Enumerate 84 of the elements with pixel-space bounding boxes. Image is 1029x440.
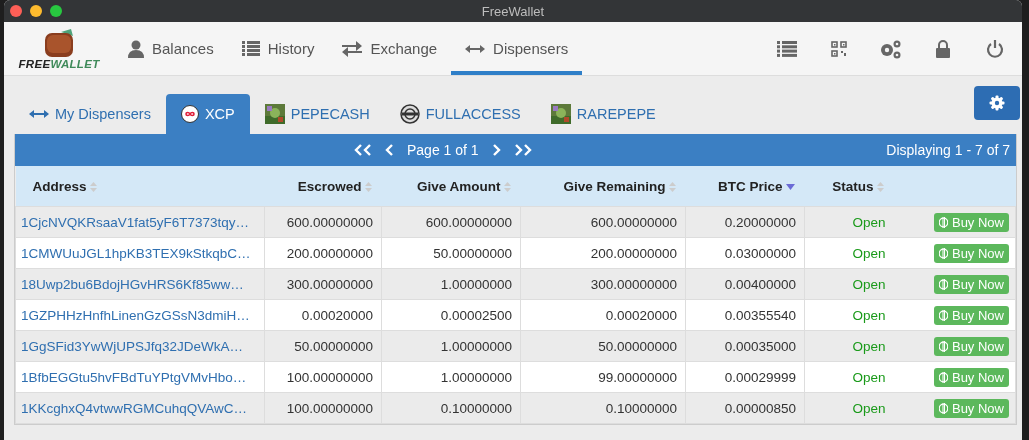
nav-tab[interactable]: History bbox=[227, 26, 329, 75]
status-cell: Open bbox=[804, 268, 894, 300]
minimize-window-button[interactable] bbox=[30, 5, 42, 17]
tab[interactable]: RAREPEPE bbox=[535, 94, 671, 134]
tab[interactable]: XCP bbox=[165, 94, 250, 134]
coin-icon bbox=[938, 216, 948, 228]
list-icon bbox=[241, 40, 260, 57]
table-cell: 1.00000000 bbox=[381, 330, 521, 362]
close-window-button[interactable] bbox=[10, 5, 22, 17]
table-cell: 0.00355540 bbox=[685, 299, 805, 331]
buy-now-button[interactable]: Buy Now bbox=[933, 367, 1009, 387]
table-cell: 1.00000000 bbox=[381, 268, 521, 300]
tab[interactable]: FULLACCESS bbox=[384, 94, 536, 134]
table-cell: 0.00035000 bbox=[685, 330, 805, 362]
tab[interactable]: PEPECASH bbox=[249, 94, 385, 134]
column-header[interactable]: Status bbox=[804, 166, 894, 207]
table-cell: 0.20000000 bbox=[685, 206, 805, 238]
column-header[interactable]: Give Amount bbox=[381, 166, 521, 207]
column-header[interactable]: Escrowed bbox=[264, 166, 382, 207]
settings-icon bbox=[989, 95, 1005, 111]
first-page-icon[interactable] bbox=[353, 144, 373, 156]
table-cell: 0.03000000 bbox=[685, 237, 805, 269]
nav-tab[interactable]: Balances bbox=[114, 26, 228, 75]
user-icon bbox=[128, 39, 144, 58]
table-cell: 99.00000000 bbox=[520, 361, 686, 393]
table-cell: 0.00029999 bbox=[685, 361, 805, 393]
table-cell: 0.00000850 bbox=[685, 392, 805, 424]
table-cell: 50.00000000 bbox=[381, 237, 521, 269]
table-cell: 600.00000000 bbox=[264, 206, 382, 238]
table-cell: 600.00000000 bbox=[381, 206, 521, 238]
table-cell: 200.00000000 bbox=[264, 237, 382, 269]
buy-now-button[interactable]: Buy Now bbox=[933, 336, 1009, 356]
table-cell: 0.00020000 bbox=[520, 299, 686, 331]
status-cell: Open bbox=[804, 330, 894, 362]
buy-now-button[interactable]: Buy Now bbox=[933, 274, 1009, 294]
table-cell: 100.00000000 bbox=[264, 361, 382, 393]
settings-button[interactable] bbox=[974, 86, 1020, 120]
window-title: FreeWallet bbox=[481, 3, 545, 19]
coin-icon bbox=[938, 247, 948, 259]
column-header[interactable]: Address bbox=[15, 166, 265, 207]
zoom-window-button[interactable] bbox=[50, 5, 62, 17]
status-cell: Open bbox=[804, 299, 894, 331]
double-arrow-icon bbox=[465, 43, 486, 54]
table-cell: 300.00000000 bbox=[264, 268, 382, 300]
buy-now-button[interactable]: Buy Now bbox=[933, 243, 1009, 263]
table-cell: 50.00000000 bbox=[520, 330, 686, 362]
nav-tab[interactable]: Exchange bbox=[328, 26, 452, 75]
column-header[interactable]: BTC Price bbox=[685, 166, 805, 207]
table-cell: 600.00000000 bbox=[520, 206, 686, 238]
table-cell: 0.10000000 bbox=[520, 392, 686, 424]
table-cell: 1.00000000 bbox=[381, 361, 521, 393]
column-header[interactable]: Give Remaining bbox=[520, 166, 686, 207]
buy-now-button[interactable]: Buy Now bbox=[933, 305, 1009, 325]
tab[interactable]: My Dispensers bbox=[14, 94, 166, 134]
double-arrow-icon bbox=[29, 109, 49, 119]
page-indicator: Page 1 of 1 bbox=[407, 142, 479, 158]
token-logo-icon bbox=[180, 105, 199, 123]
table-cell: 300.00000000 bbox=[520, 268, 686, 300]
next-page-icon[interactable] bbox=[490, 144, 501, 156]
table-cell: 0.00400000 bbox=[685, 268, 805, 300]
table-cell: 0.00020000 bbox=[264, 299, 382, 331]
table-cell: 200.00000000 bbox=[520, 237, 686, 269]
table-cell: 50.00000000 bbox=[264, 330, 382, 362]
status-cell: Open bbox=[804, 206, 894, 238]
logo-text: FREEWALLET bbox=[18, 57, 100, 70]
buy-now-button[interactable]: Buy Now bbox=[933, 212, 1009, 232]
coin-icon bbox=[938, 371, 948, 383]
table-cell: 100.00000000 bbox=[264, 392, 382, 424]
status-cell: Open bbox=[804, 237, 894, 269]
table-cell: 0.00002500 bbox=[381, 299, 521, 331]
coin-icon bbox=[938, 278, 948, 290]
record-count: Displaying 1 - 7 of 7 bbox=[886, 142, 1010, 158]
buy-now-button[interactable]: Buy Now bbox=[933, 398, 1009, 418]
last-page-icon[interactable] bbox=[512, 144, 533, 156]
badge-icon bbox=[399, 104, 420, 124]
exchange-icon bbox=[342, 40, 363, 57]
coin-icon bbox=[938, 402, 948, 414]
nav-tab[interactable]: Dispensers bbox=[451, 26, 583, 75]
coin-icon bbox=[938, 340, 948, 352]
coin-icon bbox=[938, 309, 948, 321]
table-cell: 0.10000000 bbox=[381, 392, 521, 424]
previous-page-icon[interactable] bbox=[385, 144, 395, 156]
status-cell: Open bbox=[804, 392, 894, 424]
status-cell: Open bbox=[804, 361, 894, 393]
